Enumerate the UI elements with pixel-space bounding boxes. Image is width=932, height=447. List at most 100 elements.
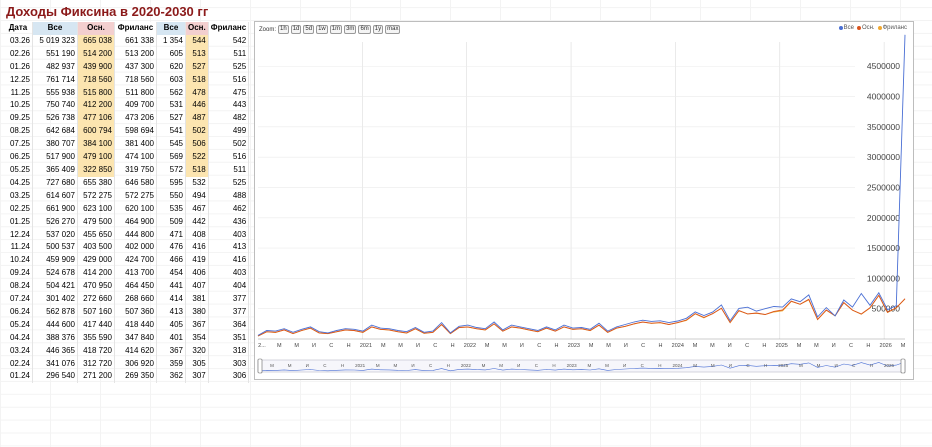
table-cell[interactable]: 545 [156,138,186,152]
table-cell[interactable]: 569 [156,151,186,164]
column-header[interactable]: Все [32,22,78,35]
column-header[interactable]: Осн. [185,22,209,35]
table-cell[interactable]: 454 [156,267,186,281]
table-cell[interactable]: 572 275 [114,189,157,203]
table-cell[interactable]: 416 [185,241,209,255]
zoom-button-5d[interactable]: 5d [303,25,315,34]
table-cell[interactable]: 531 [156,99,186,113]
table-cell[interactable]: 522 [185,151,209,164]
zoom-button-1y[interactable]: 1y [372,25,384,34]
table-cell[interactable]: 02.26 [4,47,33,61]
table-cell[interactable]: 614 607 [32,189,78,203]
table-cell[interactable]: 605 [156,47,186,61]
table-cell[interactable]: 475 [208,86,250,100]
table-cell[interactable]: 514 200 [77,47,115,61]
table-cell[interactable]: 513 [185,47,209,61]
table-cell[interactable]: 462 [208,202,250,216]
table-cell[interactable]: 5 019 323 [32,34,78,48]
table-cell[interactable]: 365 409 [32,163,78,177]
table-cell[interactable]: 473 206 [114,112,157,126]
table-cell[interactable]: 526 270 [32,215,78,229]
table-cell[interactable]: 05.24 [4,318,33,332]
table-cell[interactable]: 499 [208,125,250,139]
table-cell[interactable]: 665 038 [77,34,115,48]
table-cell[interactable]: 470 950 [77,280,115,294]
table-cell[interactable]: 08.25 [4,125,33,139]
navigator-handle-right[interactable] [900,358,906,374]
table-cell[interactable]: 718 560 [77,73,115,87]
table-cell[interactable]: 381 [185,293,209,306]
table-cell[interactable]: 419 [185,254,209,268]
column-header[interactable]: Фриланс [114,22,157,35]
table-cell[interactable]: 07.25 [4,138,33,152]
table-cell[interactable]: 595 [156,176,186,190]
table-cell[interactable]: 06.25 [4,151,33,164]
table-cell[interactable]: 380 [185,305,209,319]
table-cell[interactable]: 377 [208,305,250,319]
table-cell[interactable]: 524 678 [32,267,78,281]
table-cell[interactable]: 09.24 [4,267,33,281]
table-cell[interactable]: 402 000 [114,241,157,255]
table-cell[interactable]: 306 920 [114,357,157,371]
table-cell[interactable]: 407 [185,280,209,294]
table-cell[interactable]: 1 354 [156,34,186,48]
table-cell[interactable]: 446 365 [32,344,78,358]
table-cell[interactable]: 542 [208,34,250,48]
table-cell[interactable]: 403 [208,267,250,281]
table-cell[interactable]: 354 [185,331,209,345]
table-cell[interactable]: 04.25 [4,176,33,190]
table-cell[interactable]: 515 800 [77,86,115,100]
table-cell[interactable]: 403 500 [77,241,115,255]
table-cell[interactable]: 412 200 [77,99,115,113]
table-cell[interactable]: 655 380 [77,176,115,190]
table-cell[interactable]: 377 [208,293,250,306]
table-cell[interactable]: 516 [208,151,250,164]
table-cell[interactable]: 482 937 [32,60,78,74]
table-cell[interactable]: 572 [156,163,186,177]
table-cell[interactable]: 417 440 [77,318,115,332]
table-cell[interactable]: 464 900 [114,215,157,229]
table-cell[interactable]: 446 [185,99,209,113]
table-cell[interactable]: 466 [156,254,186,268]
legend-item[interactable]: Все [838,25,854,31]
table-cell[interactable]: 269 350 [114,370,157,384]
table-cell[interactable]: 727 680 [32,176,78,190]
table-cell[interactable]: 487 [185,112,209,126]
table-cell[interactable]: 459 909 [32,254,78,268]
table-cell[interactable]: 367 [185,318,209,332]
table-cell[interactable]: 482 [208,112,250,126]
table-cell[interactable]: 562 878 [32,305,78,319]
table-cell[interactable]: 507 160 [77,305,115,319]
table-cell[interactable]: 551 190 [32,47,78,61]
table-cell[interactable]: 623 100 [77,202,115,216]
table-cell[interactable]: 03.26 [4,34,33,48]
table-cell[interactable]: 509 [156,215,186,229]
table-cell[interactable]: 646 580 [114,176,157,190]
table-cell[interactable]: 322 850 [77,163,115,177]
table-cell[interactable]: 537 020 [32,228,78,242]
table-cell[interactable]: 455 650 [77,228,115,242]
table-cell[interactable]: 620 [156,60,186,74]
table-cell[interactable]: 414 620 [114,344,157,358]
table-cell[interactable]: 404 [208,280,250,294]
table-cell[interactable]: 506 [185,138,209,152]
table-cell[interactable]: 04.24 [4,331,33,345]
table-cell[interactable]: 502 [185,125,209,139]
legend-item[interactable]: Фриланс [877,25,907,31]
table-cell[interactable]: 518 [185,163,209,177]
table-cell[interactable]: 341 076 [32,357,78,371]
table-cell[interactable]: 437 300 [114,60,157,74]
table-cell[interactable]: 01.26 [4,60,33,74]
table-cell[interactable]: 471 [156,228,186,242]
table-cell[interactable]: 12.25 [4,73,33,87]
table-cell[interactable]: 502 [208,138,250,152]
table-cell[interactable]: 320 [185,344,209,358]
table-cell[interactable]: 355 590 [77,331,115,345]
zoom-button-3m[interactable]: 3m [344,25,357,34]
table-cell[interactable]: 603 [156,73,186,87]
table-cell[interactable]: 500 537 [32,241,78,255]
table-cell[interactable]: 10.25 [4,99,33,113]
table-cell[interactable]: 02.25 [4,202,33,216]
table-cell[interactable]: 11.24 [4,241,33,255]
table-cell[interactable]: 661 338 [114,34,157,48]
